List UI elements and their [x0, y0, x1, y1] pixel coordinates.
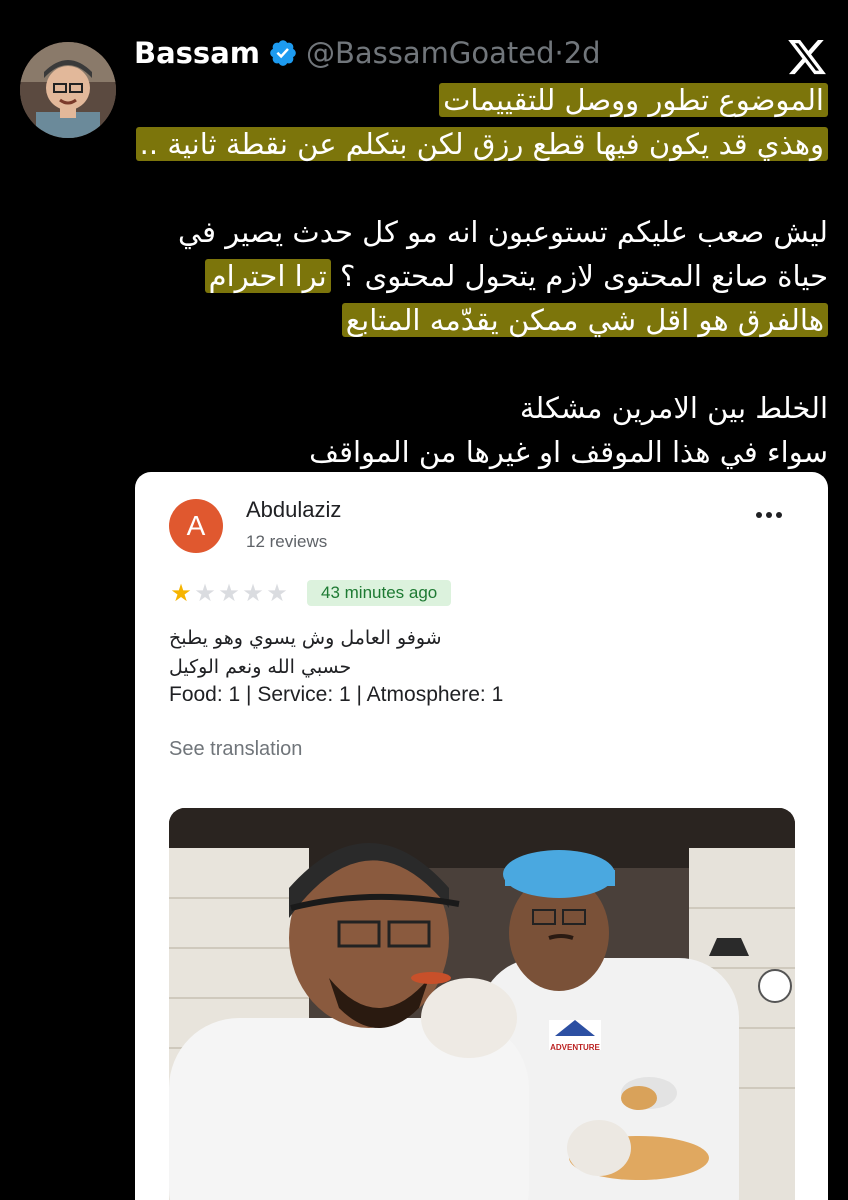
review-text-line-2: حسبي الله ونعم الوكيل [169, 656, 352, 678]
reviewer-name[interactable]: Abdulaziz [246, 497, 341, 523]
tweet-text: الموضوع تطور ووصل للتقييمات وهذي قد يكون… [135, 78, 828, 474]
author-handle[interactable]: @BassamGoated [306, 36, 555, 70]
x-logo-icon[interactable] [786, 36, 828, 78]
star-empty-icon: ★ [194, 579, 216, 607]
tweet-time[interactable]: 2d [564, 36, 601, 70]
star-empty-icon: ★ [266, 579, 288, 607]
tweet-line-1: الموضوع تطور ووصل للتقييمات [439, 83, 828, 117]
reviewer-review-count: 12 reviews [246, 532, 328, 551]
separator-dot: · [554, 36, 564, 70]
tweet-line-4b: ترا احترام [204, 259, 331, 293]
review-ratings-summary: Food: 1 | Service: 1 | Atmosphere: 1 [169, 683, 504, 706]
tweet-line-2: وهذي قد يكون فيها قطع رزق لكن بتكلم عن ن… [135, 127, 828, 161]
review-photo[interactable]: ADVENTURE [169, 808, 795, 1200]
star-empty-icon: ★ [242, 579, 264, 607]
star-empty-icon: ★ [218, 579, 240, 607]
review-card[interactable]: A Abdulaziz 12 reviews ★ ★ ★ ★ ★ 43 minutes … [135, 472, 828, 1200]
reviewer-avatar[interactable]: A [169, 499, 223, 553]
star-filled-icon: ★ [170, 579, 192, 607]
tweet-line-4: حياة صانع المحتوى لازم يتحول لمحتوى ؟ [339, 259, 828, 293]
see-translation-link[interactable]: See translation [169, 738, 302, 761]
more-options-icon[interactable] [756, 512, 782, 518]
review-time-badge: 43 minutes ago [307, 580, 452, 606]
tweet-line-6: الخلط بين الامرين مشكلة [519, 391, 828, 425]
tweet-line-3: ليش صعب عليكم تستوعبون انه مو كل حدث يصي… [177, 215, 828, 249]
review-text-line-1: شوفو العامل وش يسوي وهو يطبخ [169, 627, 442, 649]
tweet-line-5: هالفرق هو اقل شي ممكن يقدّمه المتابع [341, 303, 828, 337]
author-name[interactable]: Bassam [134, 36, 260, 70]
star-rating: ★ ★ ★ ★ ★ [169, 580, 289, 606]
apron-logo-text: ADVENTURE [550, 1043, 600, 1052]
author-avatar[interactable] [20, 42, 116, 138]
tweet-line-7: سواء في هذا الموقف او غيرها من المواقف [309, 435, 828, 469]
verified-badge-icon [270, 40, 296, 66]
author-line: Bassam @BassamGoated · 2d [134, 36, 601, 70]
review-text: شوفو العامل وش يسوي وهو يطبخ حسبي الله و… [169, 624, 442, 682]
tweet-screenshot: Bassam @BassamGoated · 2d الموضوع تطور و… [0, 0, 848, 1200]
